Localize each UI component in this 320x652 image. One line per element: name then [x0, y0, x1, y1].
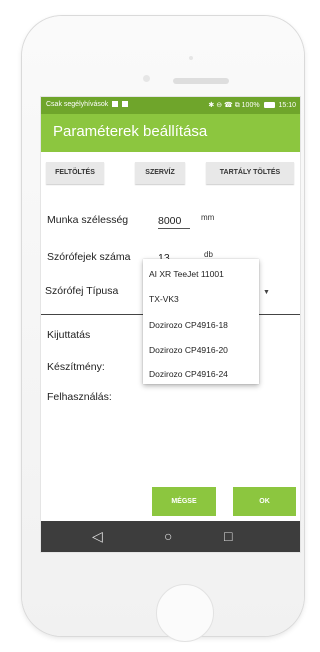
status-right: ✱ ⊖ ☎ ⧉ 100% 15:10	[208, 101, 296, 110]
nozzle-count-label: Szórófejek száma	[47, 251, 131, 263]
chevron-down-icon[interactable]: ▼	[263, 289, 270, 296]
ok-button[interactable]: OK	[233, 487, 296, 516]
dropdown-option[interactable]: Dozirozo CP4916-18	[149, 320, 228, 330]
dropdown-option[interactable]: AI XR TeeJet 11001	[149, 269, 224, 279]
sensor-dot	[189, 56, 193, 60]
service-button[interactable]: SZERVÍZ	[135, 162, 185, 184]
work-width-input[interactable]: 8000	[158, 214, 190, 229]
work-width-label: Munka szélesség	[47, 214, 129, 226]
nozzle-type-label: Szórófej Típusa	[45, 285, 119, 297]
status-icons: ✱ ⊖ ☎ ⧉	[208, 102, 240, 109]
tank-fill-button[interactable]: TARTÁLY TÖLTÉS	[206, 162, 294, 184]
application-label: Kijuttatás	[47, 329, 91, 341]
page-title: Paraméterek beállítása	[53, 123, 208, 140]
app-bar: Paraméterek beállítása	[41, 114, 300, 152]
earpiece-speaker	[173, 78, 229, 84]
nozzle-count-unit: db	[204, 250, 213, 259]
clock: 15:10	[278, 102, 296, 109]
product-label: Készítmény:	[47, 361, 105, 373]
battery-icon	[263, 102, 275, 109]
status-left: Csak segélyhívások	[46, 101, 129, 108]
carrier-text: Csak segélyhívások	[46, 101, 109, 108]
dropdown-option[interactable]: TX-VK3	[149, 294, 179, 304]
status-bar: Csak segélyhívások ✱ ⊖ ☎ ⧉ 100% 15:10	[41, 97, 300, 114]
home-button[interactable]	[156, 584, 214, 642]
dropdown-option[interactable]: Dozirozo CP4916-20	[149, 345, 228, 355]
screen: Csak segélyhívások ✱ ⊖ ☎ ⧉ 100% 15:10 Pa…	[41, 97, 300, 552]
front-camera	[143, 75, 150, 82]
cancel-button[interactable]: MÉGSE	[152, 487, 216, 516]
work-width-unit: mm	[201, 213, 215, 222]
notification-icon	[112, 101, 119, 108]
dropdown-option[interactable]: Dozirozo CP4916-24	[149, 369, 228, 379]
back-icon[interactable]: ◁	[92, 527, 103, 545]
upload-button[interactable]: FELTÖLTÉS	[46, 162, 104, 184]
navigation-bar: ◁ ○ □	[41, 521, 300, 552]
home-icon[interactable]: ○	[164, 527, 172, 545]
usage-label: Felhasználás:	[47, 391, 112, 403]
recents-icon[interactable]: □	[224, 527, 232, 545]
nozzle-type-dropdown: AI XR TeeJet 11001 TX-VK3 Dozirozo CP491…	[143, 259, 259, 384]
battery-percent: 100%	[241, 102, 260, 109]
image-notification-icon	[122, 101, 129, 108]
